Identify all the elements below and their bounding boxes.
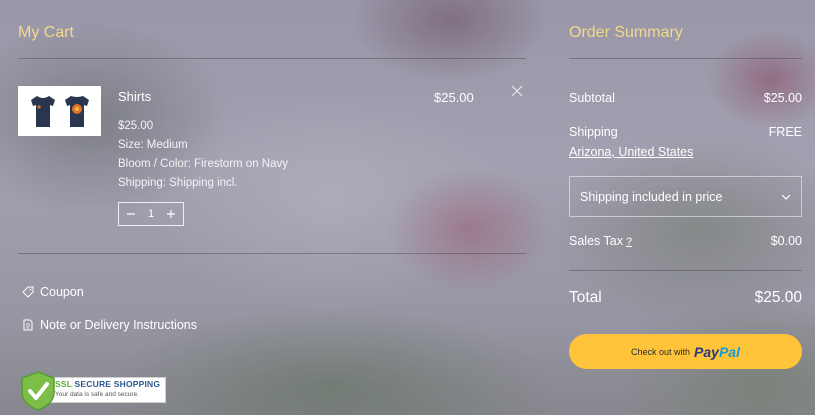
ssl-title: SECURE SHOPPING (74, 379, 161, 389)
paypal-logo: PayPal (694, 344, 740, 360)
subtotal-row: Subtotal $25.00 (569, 91, 802, 105)
tax-row: Sales Tax? $0.00 (569, 234, 802, 248)
minus-icon[interactable] (125, 208, 137, 220)
chevron-down-icon (781, 194, 791, 200)
coupon-label: Coupon (40, 285, 84, 299)
tax-label-wrap: Sales Tax? (569, 234, 632, 248)
item-color: Bloom / Color: Firestorm on Navy (118, 158, 288, 170)
shipping-location-link[interactable]: Arizona, United States (569, 145, 693, 159)
total-row: Total $25.00 (569, 289, 802, 307)
total-value: $25.00 (754, 289, 802, 306)
shipping-method-select[interactable]: Shipping included in price (569, 176, 802, 217)
paypal-checkout-button[interactable]: Check out with PayPal (569, 334, 802, 369)
note-icon (23, 319, 33, 331)
ssl-secure-badge: SSL SECURE SHOPPING Your data is safe an… (18, 370, 166, 411)
cart-divider-bottom (18, 253, 526, 254)
shirt-back-image (64, 96, 89, 127)
item-price: $25.00 (118, 120, 154, 132)
shipping-row: Shipping FREE (569, 125, 802, 139)
shipping-value: FREE (768, 125, 802, 139)
shirt-front-image (30, 96, 55, 127)
shipping-label: Shipping (569, 125, 618, 139)
summary-title: Order Summary (569, 24, 683, 41)
coupon-link[interactable]: Coupon (22, 285, 84, 299)
shipping-method-value: Shipping included in price (580, 189, 723, 204)
tag-icon (22, 286, 34, 298)
note-label: Note or Delivery Instructions (40, 318, 198, 332)
plus-icon[interactable] (165, 208, 177, 220)
ssl-line-1: SSL SECURE SHOPPING (55, 380, 161, 389)
tax-value: $0.00 (770, 234, 802, 248)
summary-divider-top (569, 58, 802, 59)
cart-divider-top (18, 58, 526, 59)
tax-help-link[interactable]: ? (626, 236, 632, 248)
summary-divider-bottom (569, 270, 802, 271)
ssl-text-box: SSL SECURE SHOPPING Your data is safe an… (50, 377, 166, 403)
checkout-prefix: Check out with (631, 346, 691, 357)
tax-label: Sales Tax (569, 234, 623, 248)
subtotal-label: Subtotal (569, 91, 615, 105)
item-name[interactable]: Shirts (118, 89, 151, 104)
item-size: Size: Medium (118, 139, 188, 151)
quantity-stepper[interactable]: 1 (118, 202, 184, 226)
subtotal-value: $25.00 (763, 91, 802, 105)
paypal-logo-pay: Pay (694, 343, 719, 360)
quantity-value[interactable]: 1 (148, 208, 154, 220)
product-thumbnail[interactable] (18, 86, 101, 136)
item-shipping: Shipping: Shipping incl. (118, 177, 238, 189)
remove-item-icon[interactable] (510, 84, 524, 98)
shield-check-icon (21, 371, 55, 411)
paypal-logo-pal: Pal (718, 343, 740, 360)
ssl-line-2: Your data is safe and secure. (55, 390, 139, 398)
item-total: $25.00 (434, 90, 474, 105)
total-label: Total (569, 289, 602, 306)
note-link[interactable]: Note or Delivery Instructions (22, 318, 197, 332)
cart-title: My Cart (18, 24, 74, 41)
